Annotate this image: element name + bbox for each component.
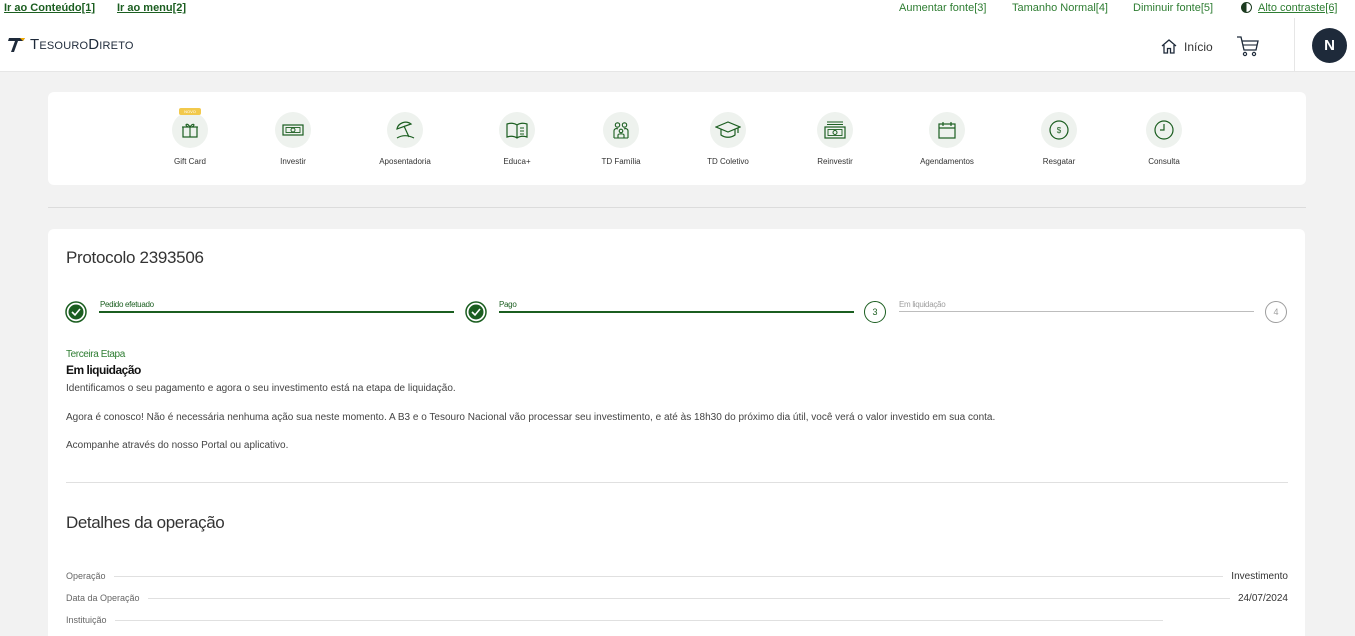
detail-row: Data da Operação 24/07/2024 bbox=[66, 591, 1288, 605]
step-line bbox=[499, 311, 854, 313]
home-label: Início bbox=[1184, 39, 1213, 54]
menu-item-label: Consulta bbox=[1148, 157, 1180, 166]
home-link[interactable]: Início bbox=[1160, 38, 1213, 55]
menu-item-label: Investir bbox=[280, 157, 306, 166]
menu-item-consulta[interactable]: Consulta bbox=[1119, 112, 1209, 166]
menu-item-label: Resgatar bbox=[1042, 157, 1076, 166]
cart-button[interactable] bbox=[1236, 34, 1260, 63]
menu-item-aposentadoria[interactable]: Aposentadoria bbox=[360, 112, 450, 166]
section-divider bbox=[48, 207, 1306, 208]
stage-paragraph: Agora é conosco! Não é necessária nenhum… bbox=[66, 412, 996, 423]
coin-icon: $ bbox=[1049, 120, 1069, 140]
detail-key: Instituição bbox=[66, 615, 107, 625]
family-icon bbox=[613, 122, 629, 139]
menu-item-label: TD Coletivo bbox=[707, 157, 749, 166]
stage-paragraph: Acompanhe através do nosso Portal ou apl… bbox=[66, 440, 289, 451]
stage-kicker: Terceira Etapa bbox=[66, 349, 125, 360]
detail-value: 24/07/2024 bbox=[1237, 592, 1288, 604]
logo-text: TesouroDireto bbox=[30, 35, 134, 53]
accessibility-bar: Ir ao Conteúdo[1] Ir ao menu[2] Aumentar… bbox=[0, 0, 1355, 18]
step-line bbox=[899, 311, 1254, 312]
skip-to-content-link[interactable]: Ir ao Conteúdo[1] bbox=[4, 2, 95, 14]
new-badge: NOVO bbox=[179, 108, 201, 115]
stage-title: Em liquidação bbox=[66, 363, 141, 377]
menu-item-reinvestir[interactable]: Reinvestir bbox=[790, 112, 880, 166]
menu-item-gift-card[interactable]: NOVO Gift Card bbox=[145, 108, 235, 166]
calendar-icon bbox=[938, 122, 956, 139]
menu-item-label: TD Família bbox=[601, 157, 641, 166]
detail-row: Instituição bbox=[66, 613, 1288, 627]
gift-icon bbox=[182, 123, 198, 138]
svg-text:$: $ bbox=[1057, 126, 1062, 135]
contrast-icon bbox=[1241, 2, 1252, 13]
menu-item-educa[interactable]: Educa+ bbox=[472, 112, 562, 166]
step-done-check-icon bbox=[65, 301, 87, 323]
step-number-active: 3 bbox=[864, 301, 886, 323]
menu-item-resgatar[interactable]: $ Resgatar bbox=[1014, 112, 1104, 166]
high-contrast-link[interactable]: Alto contraste[6] bbox=[1258, 2, 1338, 14]
stage-paragraph: Identificamos o seu pagamento e agora o … bbox=[66, 383, 456, 394]
avatar[interactable]: N bbox=[1312, 28, 1347, 63]
money-icon bbox=[282, 124, 304, 136]
graduation-cap-icon bbox=[715, 121, 741, 138]
details-title: Detalhes da operação bbox=[66, 513, 225, 532]
header-separator bbox=[1294, 18, 1295, 72]
logo-mark-icon bbox=[8, 38, 25, 52]
step-line bbox=[99, 311, 454, 313]
menu-item-label: Aposentadoria bbox=[379, 157, 431, 166]
menu-item-investir[interactable]: Investir bbox=[248, 112, 338, 166]
increase-font-link[interactable]: Aumentar fonte[3] bbox=[899, 2, 986, 14]
protocol-title: Protocolo 2393506 bbox=[66, 248, 204, 267]
decrease-font-link[interactable]: Diminuir fonte[5] bbox=[1133, 2, 1213, 14]
menu-item-label: Gift Card bbox=[173, 157, 206, 166]
step-label-pago: Pago bbox=[499, 300, 517, 309]
clock-icon bbox=[1154, 120, 1174, 140]
normal-font-link[interactable]: Tamanho Normal[4] bbox=[1012, 2, 1108, 14]
step-label-liquidacao: Em liquidação bbox=[899, 300, 946, 309]
beach-umbrella-icon bbox=[396, 121, 415, 139]
detail-row: Operação Investimento bbox=[66, 569, 1288, 583]
reinvest-icon bbox=[824, 121, 846, 139]
menu-item-agendamentos[interactable]: Agendamentos bbox=[902, 112, 992, 166]
quick-menu: NOVO Gift Card Investir Aposentadoria Ed… bbox=[48, 92, 1306, 185]
detail-leader-line bbox=[147, 597, 1230, 599]
detail-leader-line bbox=[114, 619, 1163, 621]
open-book-icon bbox=[506, 122, 528, 139]
menu-item-label: Educa+ bbox=[503, 157, 531, 166]
top-header: TesouroDireto Início N bbox=[0, 18, 1355, 72]
card-divider bbox=[66, 482, 1288, 483]
menu-item-td-coletivo[interactable]: TD Coletivo bbox=[683, 112, 773, 166]
menu-item-label: Reinvestir bbox=[817, 157, 853, 166]
skip-to-menu-link[interactable]: Ir ao menu[2] bbox=[117, 2, 186, 14]
home-icon bbox=[1161, 39, 1177, 54]
detail-key: Data da Operação bbox=[66, 593, 140, 603]
step-done-check-icon bbox=[465, 301, 487, 323]
logo[interactable]: TesouroDireto bbox=[7, 34, 134, 54]
menu-item-label: Agendamentos bbox=[920, 157, 974, 166]
menu-item-td-familia[interactable]: TD Família bbox=[576, 112, 666, 166]
detail-leader-line bbox=[113, 575, 1224, 577]
protocol-card: Protocolo 2393506 Pedido efetuado Pago 3… bbox=[48, 229, 1305, 636]
cart-icon bbox=[1237, 36, 1259, 57]
step-label-pedido: Pedido efetuado bbox=[100, 300, 154, 309]
detail-key: Operação bbox=[66, 571, 106, 581]
detail-value: Investimento bbox=[1231, 570, 1288, 582]
step-number-pending: 4 bbox=[1265, 301, 1287, 323]
